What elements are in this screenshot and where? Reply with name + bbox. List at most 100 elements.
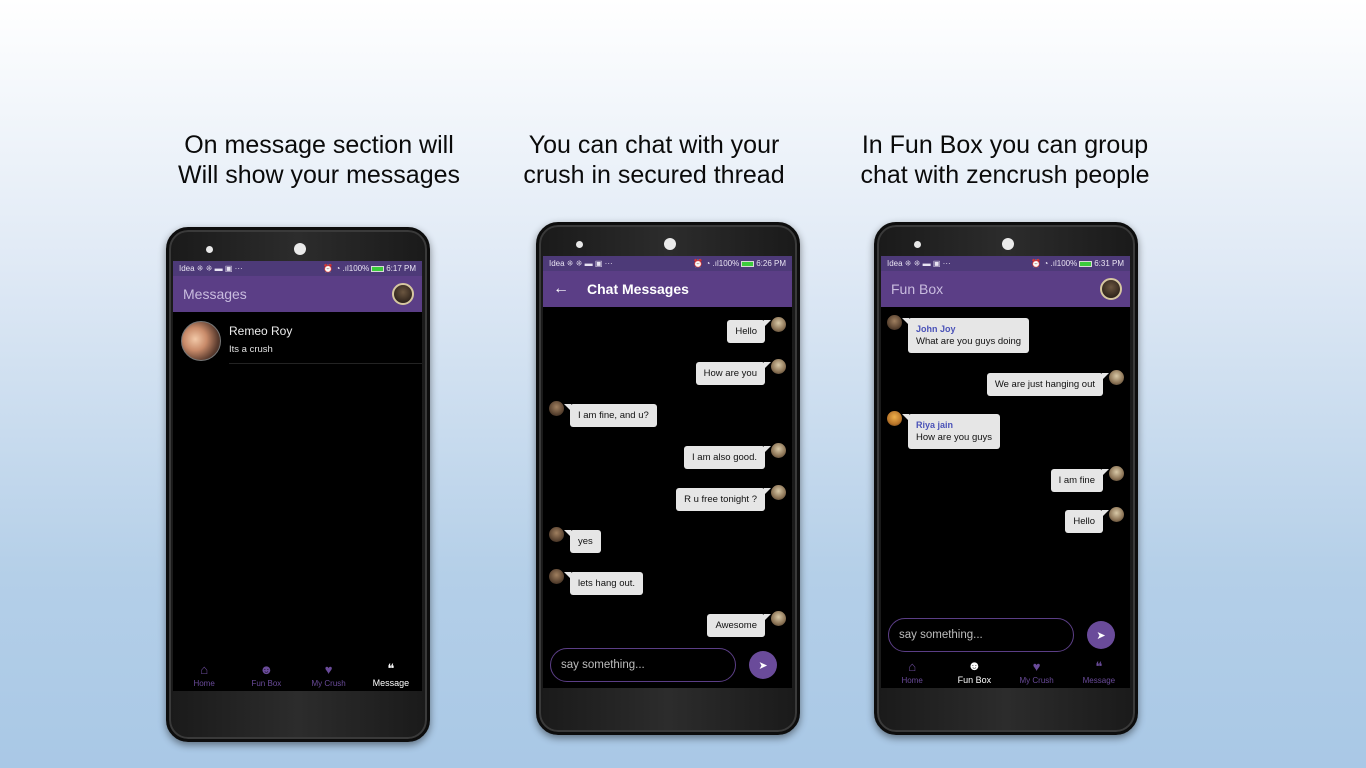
contact-name: Remeo Roy	[229, 324, 293, 338]
status-bar: Idea ⁜ ⁜ ▬ ▣ ··· ⏰ ◔ .ıl100% 6:26 PM	[543, 256, 792, 271]
page-title: Chat Messages	[587, 281, 689, 297]
nav-fun-box[interactable]: ☻ Fun Box	[944, 659, 1004, 686]
heart-icon: ♥	[1032, 659, 1041, 674]
camera-dot	[664, 238, 676, 250]
screen-funbox: Idea ⁜ ⁜ ▬ ▣ ··· ⏰ ◔ .ıl100% 6:31 PM Fun …	[881, 256, 1130, 688]
status-right: ⏰ ◔ .ıl100% 6:17 PM	[323, 264, 416, 273]
screen-messages: Idea ⁜ ⁜ ▬ ▣ ··· ⏰ ◔ .ıl100% 6:17 PM Mess…	[173, 261, 422, 691]
chat-message: How are you	[695, 359, 786, 385]
chat-thread: Hello How are you I am fine, and u? I am…	[543, 307, 792, 688]
status-carrier: Idea ⁜ ⁜ ▬ ▣ ···	[179, 264, 243, 273]
screen-chat: Idea ⁜ ⁜ ▬ ▣ ··· ⏰ ◔ .ıl100% 6:26 PM ← Ch…	[543, 256, 792, 688]
avatar	[771, 359, 786, 374]
message-composer: ➤	[550, 648, 777, 682]
caption-line: Will show your messages	[177, 161, 461, 189]
nav-home[interactable]: ⌂ Home	[882, 660, 942, 686]
group-chat-thread: John Joy What are you guys doing We are j…	[881, 307, 1130, 656]
nav-label: My Crush	[1019, 676, 1054, 685]
avatar	[771, 611, 786, 626]
avatar	[549, 527, 564, 542]
phone-funbox: Idea ⁜ ⁜ ▬ ▣ ··· ⏰ ◔ .ıl100% 6:31 PM Fun …	[874, 222, 1138, 735]
status-right: ⏰ ◔ .ıl100% 6:26 PM	[693, 259, 786, 268]
send-icon: ➤	[758, 659, 768, 672]
message-bubble: John Joy What are you guys doing	[901, 318, 1030, 353]
message-bubble: R u free tonight ?	[676, 488, 771, 511]
profile-avatar[interactable]	[392, 283, 414, 305]
caption-line: You can chat with your	[528, 131, 780, 159]
avatar	[887, 411, 902, 426]
caption-line: crush in secured thread	[523, 161, 785, 189]
message-composer: ➤	[888, 618, 1115, 652]
battery-icon	[371, 265, 385, 272]
nav-home[interactable]: ⌂ Home	[174, 662, 234, 689]
nav-fun-box[interactable]: ☻ Fun Box	[236, 662, 296, 689]
chat-message: I am fine, and u?	[549, 401, 657, 427]
message-bubble: I am fine	[1050, 469, 1110, 492]
nav-label: Message	[372, 678, 410, 688]
chat-message: Hello	[1065, 507, 1124, 533]
bottom-nav: ⌂ Home ☻ Fun Box ♥ My Crush ❝ Message	[173, 659, 422, 691]
profile-avatar[interactable]	[1100, 278, 1122, 300]
send-button[interactable]: ➤	[1087, 621, 1115, 649]
status-carrier: Idea ⁜ ⁜ ▬ ▣ ···	[887, 259, 951, 268]
nav-label: Fun Box	[251, 679, 282, 688]
message-bubble: Hello	[1065, 510, 1109, 533]
back-arrow-icon[interactable]: ←	[553, 281, 569, 297]
chat-icon: ❝	[1095, 659, 1103, 674]
send-button[interactable]: ➤	[749, 651, 777, 679]
chat-message: I am also good.	[684, 443, 786, 469]
caption-line: On message section will	[184, 131, 454, 159]
chat-icon: ❝	[387, 661, 395, 676]
nav-label: Message	[1082, 676, 1116, 685]
speaker-dot	[576, 241, 583, 248]
chat-message: Hello	[727, 317, 786, 343]
status-signal: ⏰ ◔ .ıl100%	[693, 259, 740, 268]
avatar	[771, 317, 786, 332]
message-text: How are you guys	[916, 432, 993, 443]
home-icon: ⌂	[200, 662, 209, 677]
avatar	[1109, 466, 1124, 481]
camera-dot	[294, 243, 306, 255]
chat-message: lets hang out.	[549, 569, 644, 595]
avatar	[181, 321, 221, 361]
fun-box-icon: ☻	[259, 662, 274, 677]
message-input[interactable]	[888, 618, 1074, 652]
caption-line: In Fun Box you can group	[861, 131, 1149, 159]
nav-message[interactable]: ❝ Message	[1069, 659, 1129, 686]
nav-message[interactable]: ❝ Message	[361, 661, 421, 689]
message-bubble: How are you	[695, 362, 772, 385]
conversation-item[interactable]: Remeo Roy Its a crush	[173, 316, 422, 364]
status-bar: Idea ⁜ ⁜ ▬ ▣ ··· ⏰ ◔ .ıl100% 6:17 PM	[173, 261, 422, 276]
nav-label: Home	[193, 679, 215, 688]
message-bubble: I am fine, and u?	[564, 404, 657, 427]
message-bubble: yes	[564, 530, 601, 553]
nav-label: Home	[901, 676, 923, 685]
page-title: Fun Box	[891, 281, 944, 297]
bottom-nav: ⌂ Home ☻ Fun Box ♥ My Crush ❝ Message	[881, 656, 1130, 688]
message-input[interactable]	[550, 648, 736, 682]
nav-my-crush[interactable]: ♥ My Crush	[299, 663, 359, 689]
caption-messages: On message section will Will show your m…	[149, 130, 489, 190]
chat-message: Riya jain How are you guys	[887, 411, 1001, 449]
message-bubble: Riya jain How are you guys	[901, 414, 1001, 449]
message-bubble: We are just hanging out	[986, 373, 1110, 396]
chat-message: I am fine	[1050, 466, 1124, 492]
avatar	[771, 485, 786, 500]
caption-line: chat with zencrush people	[860, 161, 1150, 189]
avatar	[771, 443, 786, 458]
avatar	[1109, 370, 1124, 385]
send-icon: ➤	[1096, 629, 1106, 642]
message-text: What are you guys doing	[916, 336, 1022, 347]
message-preview: Its a crush	[229, 344, 273, 355]
status-signal: ⏰ ◔ .ıl100%	[1031, 259, 1078, 268]
message-bubble: Awesome	[707, 614, 771, 637]
speaker-dot	[206, 246, 213, 253]
phone-messages: Idea ⁜ ⁜ ▬ ▣ ··· ⏰ ◔ .ıl100% 6:17 PM Mess…	[166, 227, 430, 742]
chat-message: John Joy What are you guys doing	[887, 315, 1030, 353]
nav-my-crush[interactable]: ♥ My Crush	[1007, 659, 1067, 686]
sender-name: John Joy	[916, 324, 956, 334]
message-bubble: I am also good.	[684, 446, 771, 469]
speaker-dot	[914, 241, 921, 248]
status-time: 6:26 PM	[756, 259, 786, 268]
status-carrier: Idea ⁜ ⁜ ▬ ▣ ···	[549, 259, 613, 268]
